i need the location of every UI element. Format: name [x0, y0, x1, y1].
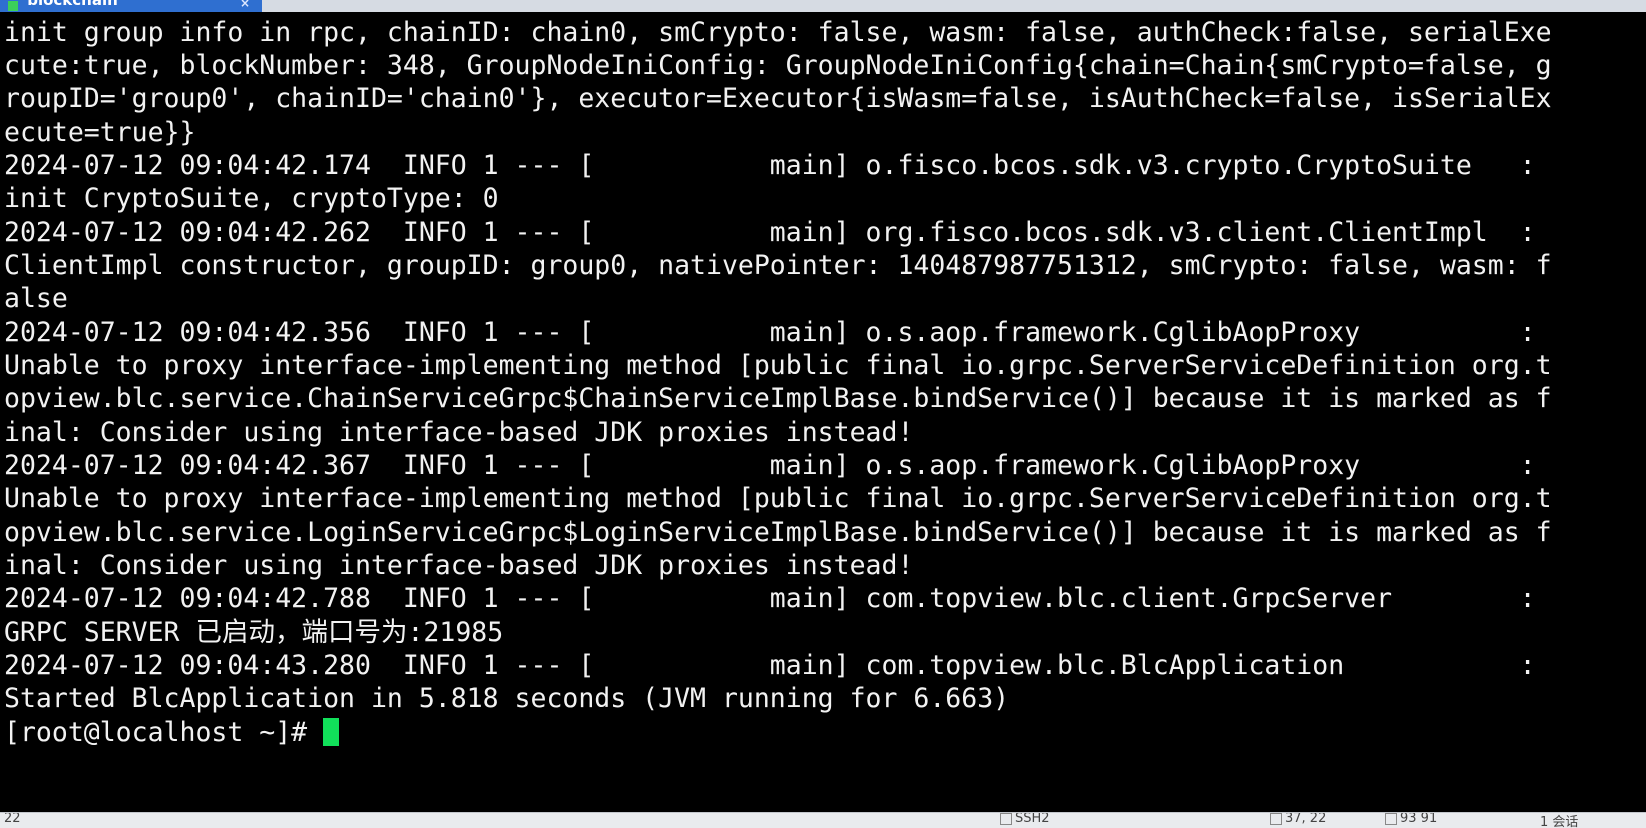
terminal-line: opview.blc.service.LoginServiceGrpc$Logi…	[4, 517, 1552, 548]
status-left-text: 22	[4, 812, 21, 826]
cursor-position-icon	[1270, 813, 1282, 825]
status-protocol: SSH2	[1000, 812, 1050, 826]
status-protocol-label: SSH2	[1015, 812, 1050, 826]
terminal-line: ecute=true}}	[4, 117, 196, 148]
terminal-line: 2024-07-12 09:04:43.280 INFO 1 --- [ mai…	[4, 650, 1536, 681]
status-sessions: 1 会话	[1540, 815, 1579, 828]
terminal-prompt-line[interactable]: [root@localhost ~]#	[4, 716, 340, 750]
terminal-line: 2024-07-12 09:04:42.262 INFO 1 --- [ mai…	[4, 217, 1536, 248]
close-tab-icon[interactable]: ×	[240, 0, 250, 9]
shell-prompt: [root@localhost ~]#	[4, 717, 324, 748]
terminal-line: 2024-07-12 09:04:42.367 INFO 1 --- [ mai…	[4, 450, 1536, 481]
lock-icon	[1000, 813, 1012, 825]
terminal-line: 2024-07-12 09:04:42.356 INFO 1 --- [ mai…	[4, 317, 1536, 348]
terminal-line: roupID='group0', chainID='chain0'}, exec…	[4, 83, 1552, 114]
status-bar: 22 SSH2 37, 22 93 91 1 会话	[0, 812, 1646, 828]
terminal-window: blockchain × init group info in rpc, cha…	[0, 0, 1646, 828]
terminal-line: alse	[4, 283, 68, 314]
status-cursor-position: 37, 22	[1270, 812, 1327, 826]
terminal-line: 2024-07-12 09:04:42.788 INFO 1 --- [ mai…	[4, 583, 1536, 614]
terminal-line: Unable to proxy interface-implementing m…	[4, 483, 1552, 514]
session-tab[interactable]: blockchain ×	[0, 0, 262, 12]
session-tab-label: blockchain	[27, 0, 118, 9]
terminal-cursor	[323, 718, 340, 746]
terminal-line: GRPC SERVER 已启动，端口号为:21985	[4, 617, 504, 648]
terminal-line: opview.blc.service.ChainServiceGrpc$Chai…	[4, 383, 1552, 414]
terminal-size-icon	[1385, 813, 1397, 825]
terminal-line: Unable to proxy interface-implementing m…	[4, 350, 1552, 381]
session-status-icon	[8, 1, 18, 11]
terminal-line: inal: Consider using interface-based JDK…	[4, 417, 914, 448]
terminal-line: ClientImpl constructor, groupID: group0,…	[4, 250, 1552, 281]
terminal-line: inal: Consider using interface-based JDK…	[4, 550, 914, 581]
terminal-line: init group info in rpc, chainID: chain0,…	[4, 17, 1552, 48]
status-position-label: 37, 22	[1285, 812, 1327, 826]
status-terminal-size: 93 91	[1385, 812, 1438, 826]
terminal-line: init CryptoSuite, cryptoType: 0	[4, 183, 499, 214]
terminal-output[interactable]: init group info in rpc, chainID: chain0,…	[0, 12, 1646, 812]
terminal-line: cute:true, blockNumber: 348, GroupNodeIn…	[4, 50, 1552, 81]
terminal-line: 2024-07-12 09:04:42.174 INFO 1 --- [ mai…	[4, 150, 1536, 181]
status-size-label: 93 91	[1400, 812, 1438, 826]
terminal-line: Started BlcApplication in 5.818 seconds …	[4, 683, 1010, 714]
